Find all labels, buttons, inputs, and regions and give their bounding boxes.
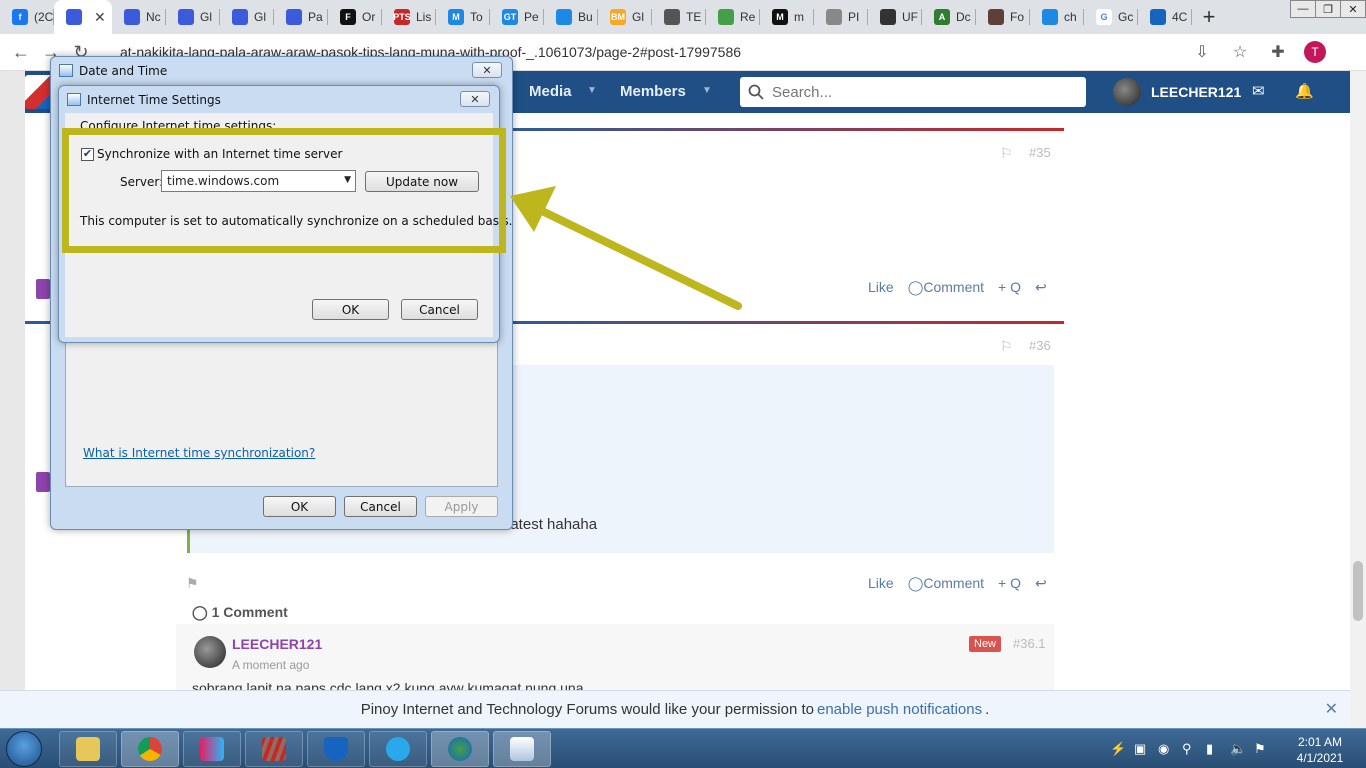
globe-icon (448, 737, 472, 761)
flag-alert-icon[interactable]: ⚑ (1254, 741, 1270, 757)
chrome-icon (138, 737, 162, 761)
clock-date: 4/1/2021 (1296, 751, 1344, 765)
tray-search-icon[interactable]: ⚲ (1182, 741, 1198, 757)
folder-icon (76, 737, 100, 761)
volume-icon[interactable]: 🔈 (1230, 741, 1246, 757)
bird-icon (200, 737, 224, 761)
archive-icon (262, 737, 286, 761)
windows-taskbar: ⚡ ▣ ◉ ⚲ ▮ 🔈 ⚑ 2:01 AM 4/1/2021 (0, 728, 1366, 768)
taskbar-clock[interactable]: 2:01 AM 4/1/2021 (1292, 734, 1348, 766)
calendar-icon (510, 737, 534, 761)
taskbar-telegram[interactable] (369, 731, 427, 767)
taskbar-app-winrar[interactable] (245, 731, 303, 767)
start-button[interactable] (6, 731, 42, 767)
taskbar-date-time[interactable] (493, 731, 551, 767)
annotation-arrow (510, 186, 742, 310)
clock-time: 2:01 AM (1297, 735, 1343, 749)
taskbar-app-shield[interactable] (307, 731, 365, 767)
taskbar-network[interactable] (431, 731, 489, 767)
tray-app-icon[interactable]: ⚡ (1110, 741, 1126, 757)
taskbar-explorer[interactable] (59, 731, 117, 767)
telegram-icon (386, 737, 410, 761)
taskbar-chrome[interactable] (121, 731, 179, 767)
tray-display-icon[interactable]: ▣ (1134, 741, 1150, 757)
signal-icon[interactable]: ▮ (1206, 741, 1222, 757)
taskbar-app-bird[interactable] (183, 731, 241, 767)
tray-network-globe-icon[interactable]: ◉ (1158, 741, 1174, 757)
system-tray: ⚡ ▣ ◉ ⚲ ▮ 🔈 ⚑ (1110, 741, 1270, 757)
shield-icon (324, 737, 348, 761)
